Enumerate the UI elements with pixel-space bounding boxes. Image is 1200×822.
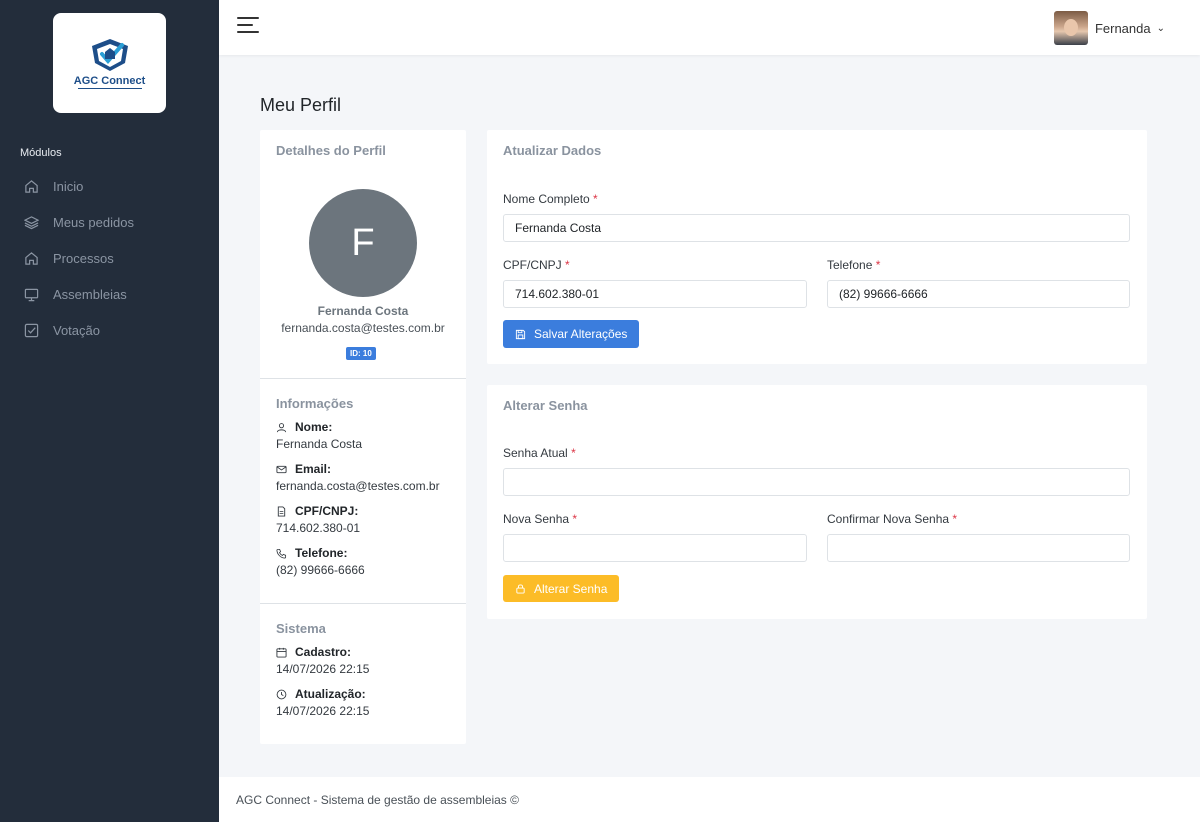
sidebar-item-votacao[interactable]: Votação <box>0 312 219 348</box>
footer-text: AGC Connect - Sistema de gestão de assem… <box>236 793 519 807</box>
save-changes-label: Salvar Alterações <box>534 327 628 341</box>
sidebar-item-meus-pedidos[interactable]: Meus pedidos <box>0 204 219 240</box>
sidebar-item-label: Meus pedidos <box>53 214 134 230</box>
hamburger-menu-icon[interactable] <box>237 17 259 37</box>
user-avatar <box>1053 11 1088 45</box>
new-password-label: Nova Senha * <box>503 512 578 526</box>
current-password-label: Senha Atual * <box>503 446 576 460</box>
home-icon <box>25 251 38 265</box>
profile-id-badge: ID: 10 <box>346 347 376 360</box>
system-field-cadastro: Cadastro: 14/07/2026 22:15 <box>276 645 369 676</box>
info-value: (82) 99666-6666 <box>276 563 365 577</box>
phone-label: Telefone * <box>827 258 881 272</box>
sidebar-item-assembleias[interactable]: Assembleias <box>0 276 219 312</box>
user-name: Fernanda <box>1094 20 1151 36</box>
confirm-password-label: Confirmar Nova Senha * <box>827 512 958 526</box>
cpf-input[interactable] <box>503 280 807 308</box>
sidebar-item-label: Assembleias <box>53 286 127 302</box>
sidebar-nav: Inicio Meus pedidos Processos Assembleia… <box>0 168 219 348</box>
sidebar-item-label: Processos <box>53 250 114 266</box>
save-changes-button[interactable]: Salvar Alterações <box>503 320 640 348</box>
sidebar-item-label: Inicio <box>53 178 84 194</box>
page-title: Meu Perfil <box>260 95 342 115</box>
change-password-button[interactable]: Alterar Senha <box>503 575 620 602</box>
new-password-input[interactable] <box>503 534 807 562</box>
full-name-input[interactable] <box>503 214 1130 242</box>
profile-email: fernanda.costa@testes.com.br <box>281 321 445 335</box>
profile-card-title: Detalhes do Perfil <box>276 143 386 158</box>
info-label: Cadastro: <box>295 645 352 659</box>
divider <box>260 378 466 379</box>
topbar: Fernanda ⌄ <box>219 0 1200 55</box>
profile-card: Detalhes do Perfil F Fernanda Costa fern… <box>260 130 466 744</box>
confirm-password-input[interactable] <box>827 534 1130 562</box>
change-password-card: Alterar Senha Senha Atual * Nova Senha *… <box>487 385 1147 619</box>
logo-emblem-icon <box>91 39 128 71</box>
update-card-title: Atualizar Dados <box>503 143 602 158</box>
info-label: Email: <box>295 462 332 476</box>
calendar-icon <box>276 647 287 658</box>
phone-input[interactable] <box>827 280 1130 308</box>
info-field-cpf: CPF/CNPJ: 714.602.380-01 <box>276 504 360 535</box>
info-value: 14/07/2026 22:15 <box>276 662 370 676</box>
divider <box>260 603 466 604</box>
footer: AGC Connect - Sistema de gestão de assem… <box>219 777 1200 822</box>
info-title: Informações <box>276 396 354 411</box>
info-value: 14/07/2026 22:15 <box>276 704 370 718</box>
brand-logo[interactable]: AGC Connect <box>53 13 166 113</box>
monitor-icon <box>24 288 39 301</box>
info-value: Fernanda Costa <box>276 437 363 451</box>
info-label: CPF/CNPJ: <box>295 504 359 518</box>
brand-name: AGC Connect <box>73 75 146 87</box>
sidebar-item-processos[interactable]: Processos <box>0 240 219 276</box>
sidebar-item-label: Votação <box>53 322 100 338</box>
save-icon <box>515 329 526 339</box>
change-password-label: Alterar Senha <box>534 581 608 596</box>
info-label: Nome: <box>295 420 333 434</box>
current-password-input[interactable] <box>503 468 1130 496</box>
full-name-label: Nome Completo * <box>503 192 598 206</box>
info-field-telefone: Telefone: (82) 99666-6666 <box>276 546 365 577</box>
home-icon <box>25 179 38 193</box>
info-field-email: Email: fernanda.costa@testes.com.br <box>276 462 440 493</box>
system-title: Sistema <box>276 621 326 636</box>
mail-icon <box>276 465 287 473</box>
clock-icon <box>276 689 287 699</box>
brand-underline <box>77 88 142 89</box>
update-data-card: Atualizar Dados Nome Completo * CPF/CNPJ… <box>487 130 1147 364</box>
info-value: fernanda.costa@testes.com.br <box>276 479 440 493</box>
sidebar-item-inicio[interactable]: Inicio <box>0 168 219 204</box>
password-card-title: Alterar Senha <box>503 398 588 413</box>
document-icon <box>277 505 286 517</box>
user-menu[interactable]: Fernanda ⌄ <box>1053 11 1165 45</box>
sidebar-section-title: Módulos <box>20 147 62 159</box>
sidebar: AGC Connect Módulos Inicio Meus pedidos … <box>0 0 219 822</box>
system-field-atualizacao: Atualização: 14/07/2026 22:15 <box>276 687 369 718</box>
check-square-icon <box>24 323 39 337</box>
cpf-label: CPF/CNPJ * <box>503 258 570 272</box>
info-value: 714.602.380-01 <box>276 521 361 535</box>
info-field-nome: Nome: Fernanda Costa <box>276 420 362 451</box>
user-icon <box>276 422 287 432</box>
chevron-down-icon: ⌄ <box>1156 22 1165 34</box>
profile-avatar: F <box>309 189 417 297</box>
info-label: Atualização: <box>295 687 366 701</box>
phone-icon <box>276 548 287 558</box>
lock-icon <box>516 584 525 594</box>
layers-icon <box>24 215 39 229</box>
profile-name: Fernanda Costa <box>317 304 409 318</box>
info-label: Telefone: <box>295 546 348 560</box>
